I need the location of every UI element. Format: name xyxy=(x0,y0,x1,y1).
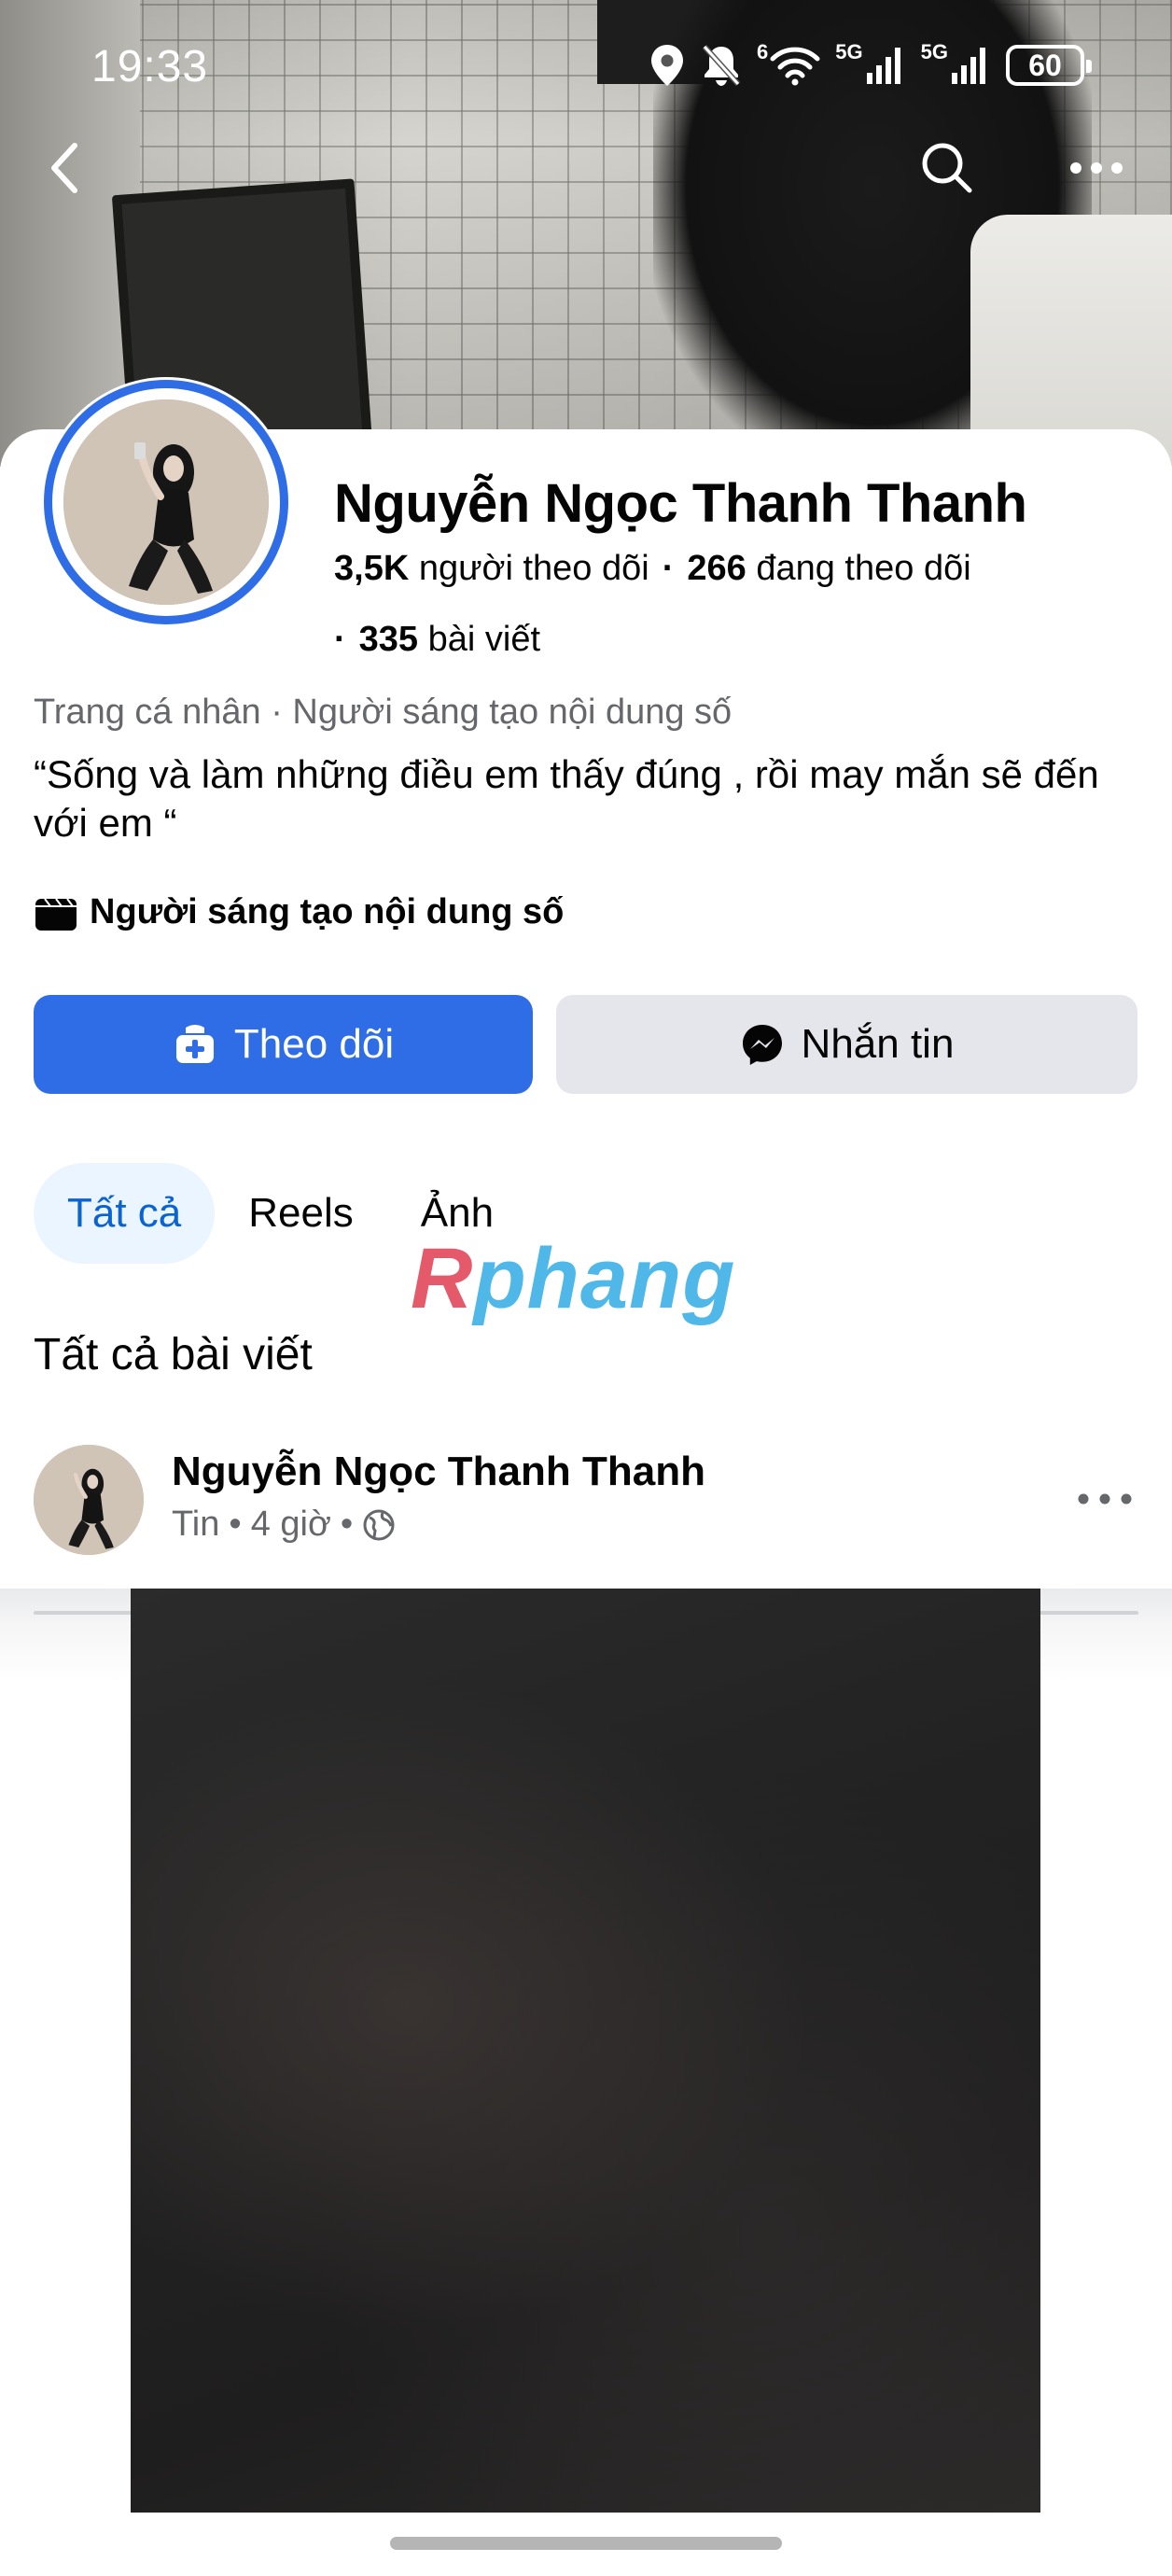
profile-avatar[interactable] xyxy=(41,377,291,627)
app-screen: 19:33 6 5G 5G 60 Nguyễn Ngọc Thanh Thanh… xyxy=(0,0,1172,2576)
avatar-figure xyxy=(34,1445,144,1555)
search-icon xyxy=(922,143,972,193)
status-bar: 19:33 6 5G 5G 60 xyxy=(0,34,1172,99)
signal-icon xyxy=(952,48,985,84)
posts-label: bài viết xyxy=(427,620,541,659)
chevron-left-icon xyxy=(51,143,77,193)
post-more-button[interactable] xyxy=(1066,1471,1144,1527)
avatar-figure xyxy=(63,399,269,605)
search-button[interactable] xyxy=(910,131,984,205)
follow-button-label: Theo dõi xyxy=(233,1021,395,1067)
separator-dot: · xyxy=(334,620,346,659)
profile-bio: “Sống và làm những điều em thấy đúng , r… xyxy=(34,752,1099,845)
separator-dot: · xyxy=(662,549,675,588)
separator-dot: • xyxy=(340,1505,354,1544)
more-options-button[interactable] xyxy=(1059,131,1134,205)
post-author-avatar[interactable] xyxy=(34,1445,144,1555)
tab-reels-label: Reels xyxy=(248,1190,354,1236)
tab-all[interactable]: Tất cả xyxy=(34,1163,216,1264)
status-icons: 6 5G 5G 60 xyxy=(649,39,1092,91)
post-type: Tin xyxy=(172,1505,220,1544)
wifi-icon xyxy=(770,47,820,86)
story-ring xyxy=(44,380,288,624)
messenger-icon xyxy=(742,1025,782,1065)
tab-all-label: Tất cả xyxy=(67,1190,182,1236)
followers-count[interactable]: 3,5K xyxy=(334,549,409,588)
profile-category: Trang cá nhân · Người sáng tạo nội dung … xyxy=(34,693,732,732)
post-media[interactable] xyxy=(131,1589,1040,2513)
follow-button[interactable]: Theo dõi xyxy=(34,995,533,1094)
more-horizontal-icon xyxy=(1070,162,1123,174)
back-button[interactable] xyxy=(28,131,103,205)
message-button[interactable]: Nhắn tin xyxy=(556,995,1137,1094)
wifi-badge: 6 xyxy=(757,40,769,63)
following-label[interactable]: đang theo dõi xyxy=(756,549,970,588)
profile-stats: 3,5K người theo dõi · 266 đang theo dõi xyxy=(334,549,971,589)
battery-icon: 60 xyxy=(1006,45,1092,86)
location-icon xyxy=(651,45,684,86)
separator-dot: • xyxy=(229,1505,242,1544)
network-label-1: 5G xyxy=(835,40,863,63)
post-author-name[interactable]: Nguyễn Ngọc Thanh Thanh xyxy=(172,1449,705,1495)
profile-name: Nguyễn Ngọc Thanh Thanh xyxy=(334,473,1027,534)
globe-icon xyxy=(363,1509,395,1540)
post-time[interactable]: 4 giờ xyxy=(251,1505,331,1545)
status-time: 19:33 xyxy=(91,42,209,91)
signal-icon xyxy=(866,48,900,84)
watermark-part1: R xyxy=(411,1231,474,1326)
avatar-photo xyxy=(63,399,269,605)
message-button-label: Nhắn tin xyxy=(801,1021,955,1067)
home-indicator[interactable] xyxy=(390,2537,782,2550)
followers-label[interactable]: người theo dõi xyxy=(419,549,649,588)
watermark-part2: phang xyxy=(473,1231,736,1326)
more-horizontal-icon xyxy=(1078,1493,1132,1505)
mute-bell-icon xyxy=(702,44,741,87)
post-meta: Tin • 4 giờ • xyxy=(172,1505,396,1545)
tab-reels[interactable]: Reels xyxy=(215,1163,387,1264)
following-count[interactable]: 266 xyxy=(687,549,746,588)
posts-count: 335 xyxy=(358,620,419,659)
clapperboard-icon xyxy=(35,897,77,931)
section-title: Tất cả bài viết xyxy=(34,1330,313,1379)
add-friend-icon xyxy=(175,1025,214,1063)
creator-badge-label: Người sáng tạo nội dung số xyxy=(90,892,565,931)
watermark: Rphang xyxy=(411,1230,735,1328)
battery-level: 60 xyxy=(1028,48,1062,82)
network-label-2: 5G xyxy=(920,40,948,63)
creator-badge[interactable]: Người sáng tạo nội dung số xyxy=(34,892,564,932)
profile-post-stats: · 335 bài viết xyxy=(334,620,540,660)
